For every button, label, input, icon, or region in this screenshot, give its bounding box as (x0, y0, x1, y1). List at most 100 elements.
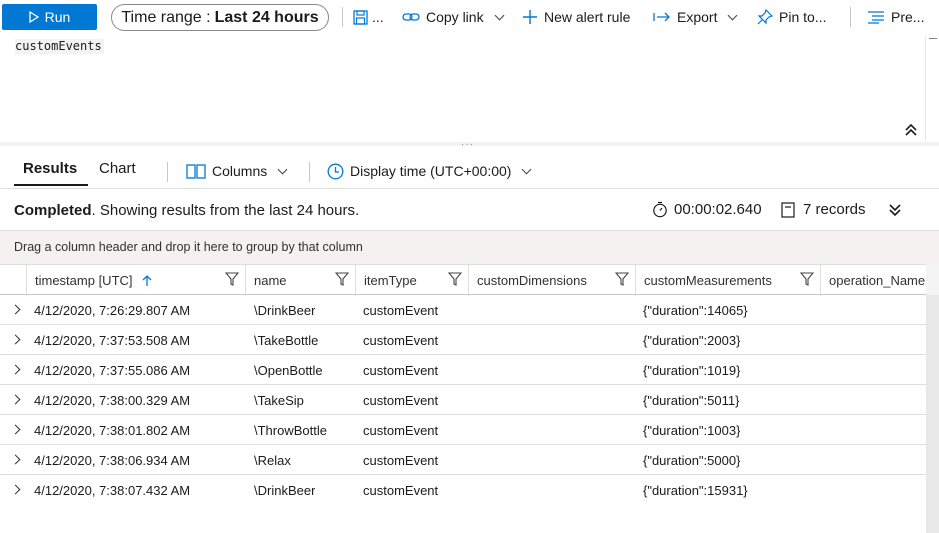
collapse-editor-icon[interactable] (903, 121, 919, 137)
table-row[interactable]: 4/12/2020, 7:38:07.432 AM \DrinkBeer cus… (0, 475, 926, 505)
cell-name: \Relax (254, 452, 291, 468)
chevron-down-icon (277, 164, 288, 174)
pin-icon (757, 9, 773, 25)
time-range-button[interactable]: Time range : Last 24 hours (111, 4, 329, 31)
column-header-label: name (254, 273, 287, 288)
run-button[interactable]: Run (2, 4, 97, 30)
export-button[interactable]: Export (653, 6, 738, 28)
splitter-grip-icon[interactable]: ··· (461, 139, 474, 150)
cell-timestamp: 4/12/2020, 7:26:29.807 AM (34, 302, 191, 318)
cell-custommeasurements: {"duration":5011} (643, 392, 740, 408)
chevron-down-icon (521, 164, 532, 174)
columns-label: Columns (212, 163, 268, 179)
table-row[interactable]: 4/12/2020, 7:38:01.802 AM \ThrowBottle c… (0, 415, 926, 445)
chevron-right-icon[interactable] (10, 484, 21, 495)
table-row[interactable]: 4/12/2020, 7:37:55.086 AM \OpenBottle cu… (0, 355, 926, 385)
query-status-bar: Completed. Showing results from the last… (0, 188, 939, 230)
document-icon (781, 201, 795, 218)
status-detail: . Showing results from the last 24 hours… (91, 202, 360, 219)
query-editor[interactable]: customEvents (0, 36, 924, 142)
link-icon (402, 13, 420, 21)
table-row[interactable]: 4/12/2020, 7:38:00.329 AM \TakeSip custo… (0, 385, 926, 415)
save-icon (353, 9, 368, 25)
expander-header (0, 265, 27, 296)
cell-timestamp: 4/12/2020, 7:38:01.802 AM (34, 422, 191, 438)
cell-custommeasurements: {"duration":1003} (643, 422, 741, 438)
column-header-label: itemType (364, 273, 417, 288)
cell-timestamp: 4/12/2020, 7:38:06.934 AM (34, 452, 191, 468)
cell-name: \OpenBottle (254, 362, 323, 378)
cell-itemtype: customEvent (363, 422, 439, 438)
status-message: Completed. Showing results from the last… (14, 202, 359, 219)
cell-custommeasurements: {"duration":2003} (643, 332, 741, 348)
display-time-label: Display time (UTC+00:00) (350, 163, 512, 179)
grid-header-row: timestamp [UTC] name itemType customDime… (0, 264, 926, 296)
stopwatch-icon (653, 201, 667, 218)
column-header-label: customMeasurements (644, 273, 772, 288)
table-row[interactable]: 4/12/2020, 7:38:06.934 AM \Relax customE… (0, 445, 926, 475)
chevron-right-icon[interactable] (10, 364, 21, 375)
column-header-custommeasurements[interactable]: customMeasurements (636, 265, 821, 296)
chevron-right-icon[interactable] (10, 424, 21, 435)
grid-vertical-scrollbar[interactable] (926, 295, 939, 533)
run-label: Run (44, 9, 71, 25)
column-header-operation-name[interactable]: operation_Name (821, 265, 926, 296)
query-text[interactable]: customEvents (15, 39, 104, 54)
cell-name: \DrinkBeer (254, 482, 316, 498)
tabs-divider (167, 162, 168, 182)
sort-ascending-icon[interactable] (141, 274, 153, 287)
query-toolbar: Run Time range : Last 24 hours ... Copy … (0, 0, 939, 36)
column-header-label: timestamp [UTC] (35, 273, 133, 288)
cell-custommeasurements: {"duration":15931} (643, 482, 748, 498)
plus-icon (523, 10, 537, 24)
prettify-button[interactable]: Pre... (867, 6, 924, 28)
format-lines-icon (868, 11, 884, 24)
time-range-prefix: Time range : (121, 8, 211, 26)
chevron-right-icon[interactable] (10, 334, 21, 345)
results-tab-bar: Results Chart Columns Display time (UTC+… (0, 150, 939, 188)
filter-icon[interactable] (335, 272, 349, 286)
toolbar-divider (342, 7, 343, 27)
table-row[interactable]: 4/12/2020, 7:37:53.508 AM \TakeBottle cu… (0, 325, 926, 355)
cell-name: \TakeBottle (254, 332, 319, 348)
column-header-itemtype[interactable]: itemType (356, 265, 469, 296)
chevron-down-icon (494, 10, 505, 20)
column-header-customdimensions[interactable]: customDimensions (469, 265, 636, 296)
prettify-label: Pre... (891, 9, 925, 25)
group-by-drop-area[interactable]: Drag a column header and drop it here to… (0, 230, 939, 264)
pin-to-button[interactable]: Pin to... (757, 6, 826, 28)
cell-itemtype: customEvent (363, 302, 439, 318)
play-icon (29, 11, 39, 23)
save-button[interactable]: ... (353, 6, 384, 28)
editor-scrollbar[interactable] (925, 36, 939, 142)
pin-label: Pin to... (779, 9, 827, 25)
tabs-divider (309, 162, 310, 182)
records-value: 7 records (803, 201, 866, 218)
column-header-label: operation_Name (829, 273, 926, 288)
table-row[interactable]: 4/12/2020, 7:26:29.807 AM \DrinkBeer cus… (0, 295, 926, 325)
grid-scrollbar-corner (926, 264, 939, 295)
cell-itemtype: customEvent (363, 452, 439, 468)
tab-chart[interactable]: Chart (99, 160, 136, 177)
display-time-button[interactable]: Display time (UTC+00:00) (327, 160, 532, 182)
cell-custommeasurements: {"duration":1019} (643, 362, 741, 378)
chevron-right-icon[interactable] (10, 454, 21, 465)
save-label: ... (372, 9, 384, 25)
chevron-right-icon[interactable] (10, 394, 21, 405)
chevron-right-icon[interactable] (10, 304, 21, 315)
column-header-name[interactable]: name (246, 265, 356, 296)
column-header-timestamp[interactable]: timestamp [UTC] (27, 265, 246, 296)
expand-results-icon[interactable] (888, 203, 902, 217)
copy-link-button[interactable]: Copy link (402, 6, 505, 28)
tab-results[interactable]: Results (23, 160, 77, 177)
columns-button[interactable]: Columns (186, 160, 288, 182)
filter-icon[interactable] (800, 272, 814, 286)
filter-icon[interactable] (225, 272, 239, 286)
new-alert-rule-button[interactable]: New alert rule (522, 6, 630, 28)
filter-icon[interactable] (615, 272, 629, 286)
status-completed: Completed (14, 202, 92, 219)
toolbar-divider (850, 7, 851, 27)
cell-itemtype: customEvent (363, 482, 439, 498)
filter-icon[interactable] (448, 272, 462, 286)
copy-link-label: Copy link (426, 9, 484, 25)
